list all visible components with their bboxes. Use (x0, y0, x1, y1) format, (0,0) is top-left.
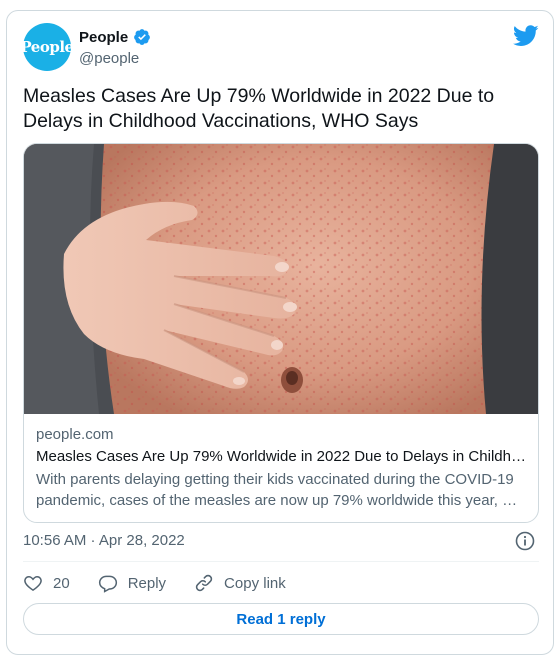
embedded-tweet-card: People People @people Measles Cases Are … (6, 10, 554, 655)
link-meta[interactable]: people.com Measles Cases Are Up 79% Worl… (36, 425, 526, 511)
read-replies-button[interactable]: Read 1 reply (23, 603, 539, 635)
like-count: 20 (53, 574, 70, 592)
reply-button[interactable]: Reply (98, 573, 166, 593)
link-title[interactable]: Measles Cases Are Up 79% Worldwide in 20… (36, 447, 526, 467)
link-icon (195, 574, 213, 592)
reply-label: Reply (127, 574, 167, 592)
author-display-name[interactable]: People (79, 29, 128, 46)
article-image[interactable] (24, 144, 538, 414)
tweet-header: People People @people (20, 23, 539, 73)
reply-bubble-icon (98, 575, 117, 593)
tweet-text: Measles Cases Are Up 79% Worldwide in 20… (23, 85, 495, 132)
action-bar: 20 Reply Copy link (23, 571, 314, 595)
author-handle[interactable]: @people (79, 50, 139, 67)
heart-icon (24, 575, 42, 591)
copy-link-button[interactable]: Copy link (194, 573, 286, 593)
twitter-bird-icon[interactable] (513, 25, 539, 47)
link-preview-card[interactable]: people.com Measles Cases Are Up 79% Worl… (23, 143, 539, 523)
like-button[interactable]: 20 (23, 573, 70, 593)
link-domain: people.com (36, 426, 114, 443)
tweet-timestamp[interactable]: 10:56 AM · Apr 28, 2022 (23, 532, 185, 549)
avatar[interactable]: People (20, 23, 74, 71)
author-name-row[interactable]: People (79, 28, 151, 46)
info-icon[interactable] (515, 531, 535, 551)
verified-badge-icon (134, 29, 151, 45)
divider (23, 561, 539, 562)
link-description: With parents delaying getting their kids… (36, 471, 518, 509)
copy-link-label: Copy link (224, 574, 286, 592)
